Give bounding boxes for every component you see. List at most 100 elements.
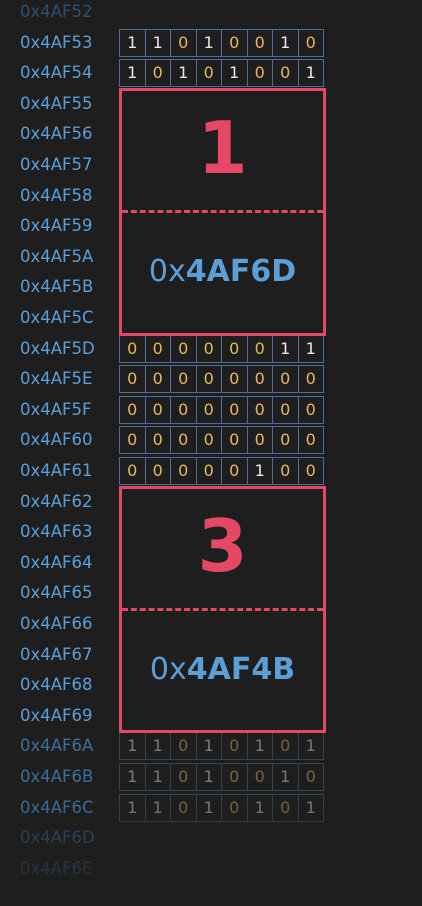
- block-divider: [122, 210, 323, 214]
- bit-cell: 0: [222, 335, 248, 362]
- memory-row: 0x4AF54 1 0 1 0 1 0 0 1: [0, 58, 422, 89]
- byte-cells: 11010101: [119, 793, 324, 822]
- bit-cell: 1: [197, 29, 222, 56]
- bit-cell: 1: [305, 736, 316, 756]
- bit-cell: 0: [120, 335, 146, 362]
- bit-cell: 0: [171, 794, 197, 821]
- memory-address: 0x4AF67: [20, 644, 93, 664]
- bit-cell: 0: [171, 29, 197, 56]
- pointer-hex: 4AF6D: [185, 253, 297, 289]
- byte-cells: 00000000: [119, 395, 324, 424]
- memory-address: 0x4AF56: [20, 124, 93, 144]
- memory-row: 0x4AF6D: [0, 823, 422, 854]
- bit-cell: 1: [120, 60, 146, 87]
- bit-cell: 1: [120, 733, 146, 760]
- bit-cell: 0: [248, 60, 273, 87]
- block-pointer-address: 0x4AF6D: [122, 254, 323, 289]
- bit-cell: 0: [248, 764, 273, 790]
- bit-cell: 1: [273, 29, 299, 56]
- bit-cell: 1: [146, 794, 171, 821]
- bit-cell: 1: [222, 60, 248, 87]
- memory-address: 0x4AF60: [20, 430, 93, 450]
- bit-cell: 1: [305, 797, 316, 817]
- memory-address: 0x4AF55: [20, 93, 93, 113]
- byte-cells: 00000011: [119, 334, 324, 363]
- bit-cell: 0: [146, 366, 171, 393]
- memory-row: 0x4AF5D 0 0 0 0 0 0 1 1: [0, 334, 422, 365]
- bit-cell: 1: [120, 764, 146, 790]
- bit-cell: 1: [171, 60, 197, 87]
- memory-row: 0x4AF60 0 0 0 0 0 0 0 0: [0, 425, 422, 456]
- memory-row: 0x4AF52: [0, 0, 422, 28]
- pointer-prefix: 0x: [149, 651, 187, 687]
- memory-address: 0x4AF5E: [20, 369, 93, 389]
- pointer-prefix: 0x: [148, 253, 186, 289]
- memory-address: 0x4AF59: [20, 216, 93, 236]
- bit-cell: 0: [222, 794, 248, 821]
- bit-cell: 0: [222, 458, 248, 484]
- block-divider: [122, 607, 323, 611]
- bit-cell: 0: [273, 794, 299, 821]
- memory-address: 0x4AF68: [20, 675, 93, 695]
- bit-cell: 0: [273, 427, 299, 454]
- bit-cell: 1: [146, 764, 171, 790]
- memory-address: 0x4AF54: [20, 63, 93, 83]
- bit-cell: 0: [171, 396, 197, 423]
- block-size-number: 1: [197, 105, 248, 190]
- bit-cell: 1: [120, 29, 146, 56]
- byte-cells: 11010010: [119, 28, 324, 57]
- bit-cell: 0: [222, 764, 248, 790]
- bit-cell: 0: [273, 733, 299, 760]
- memory-address: 0x4AF58: [20, 185, 93, 205]
- allocated-block-1: 1 0x4AF6D: [119, 87, 326, 336]
- bit-cell: 0: [120, 458, 146, 484]
- memory-address: 0x4AF69: [20, 705, 93, 725]
- bit-cell: 0: [305, 399, 316, 419]
- bit-cell: 1: [197, 733, 222, 760]
- byte-cells: 11010010: [119, 763, 324, 791]
- byte-cells: 00000000: [119, 365, 324, 394]
- bit-cell: 0: [120, 366, 146, 393]
- bit-cell: 0: [248, 29, 273, 56]
- bit-cell: 0: [197, 366, 222, 393]
- memory-row: 0x4AF6E: [0, 854, 422, 885]
- bit-cell: 0: [197, 458, 222, 484]
- bit-cell: 0: [197, 396, 222, 423]
- memory-address: 0x4AF57: [20, 155, 93, 174]
- bit-cell: 1: [305, 338, 316, 358]
- bit-cell: 0: [222, 29, 248, 56]
- bit-cell: 1: [197, 764, 222, 790]
- block-pointer-address: 0x4AF4B: [122, 652, 323, 687]
- bit-cell: 0: [273, 396, 299, 423]
- bit-cell: 0: [305, 767, 316, 786]
- memory-row: 0x4AF53 1 1 0 1 0 0 1 0: [0, 28, 422, 59]
- bit-cell: 0: [197, 60, 222, 87]
- bit-cell: 0: [146, 458, 171, 484]
- bit-cell: 1: [248, 458, 273, 484]
- bit-cell: 0: [146, 427, 171, 454]
- bit-cell: 1: [305, 63, 316, 83]
- bit-cell: 1: [273, 335, 299, 362]
- bit-cell: 0: [171, 335, 197, 362]
- bit-cell: 0: [146, 60, 171, 87]
- bit-cell: 1: [248, 794, 273, 821]
- bit-cell: 1: [120, 794, 146, 821]
- byte-cells: 11010101: [119, 732, 324, 761]
- bit-cell: 0: [305, 461, 316, 480]
- bit-cell: 1: [273, 764, 299, 790]
- byte-cells: 10101001: [119, 59, 324, 88]
- bit-cell: 0: [273, 458, 299, 484]
- memory-address: 0x4AF66: [20, 614, 93, 633]
- block-size-number: 3: [197, 503, 248, 588]
- byte-cells: 00000000: [119, 426, 324, 455]
- memory-address: 0x4AF65: [20, 583, 93, 603]
- memory-address: 0x4AF6D: [20, 828, 95, 848]
- bit-cell: 0: [222, 396, 248, 423]
- memory-address: 0x4AF6C: [20, 797, 94, 817]
- memory-address: 0x4AF6E: [20, 858, 93, 878]
- bit-cell: 0: [171, 427, 197, 454]
- memory-row: 0x4AF6B 1 1 0 1 0 0 1 0: [0, 762, 422, 793]
- memory-address: 0x4AF52: [20, 2, 93, 21]
- memory-address: 0x4AF6A: [20, 736, 94, 756]
- bit-cell: 0: [146, 396, 171, 423]
